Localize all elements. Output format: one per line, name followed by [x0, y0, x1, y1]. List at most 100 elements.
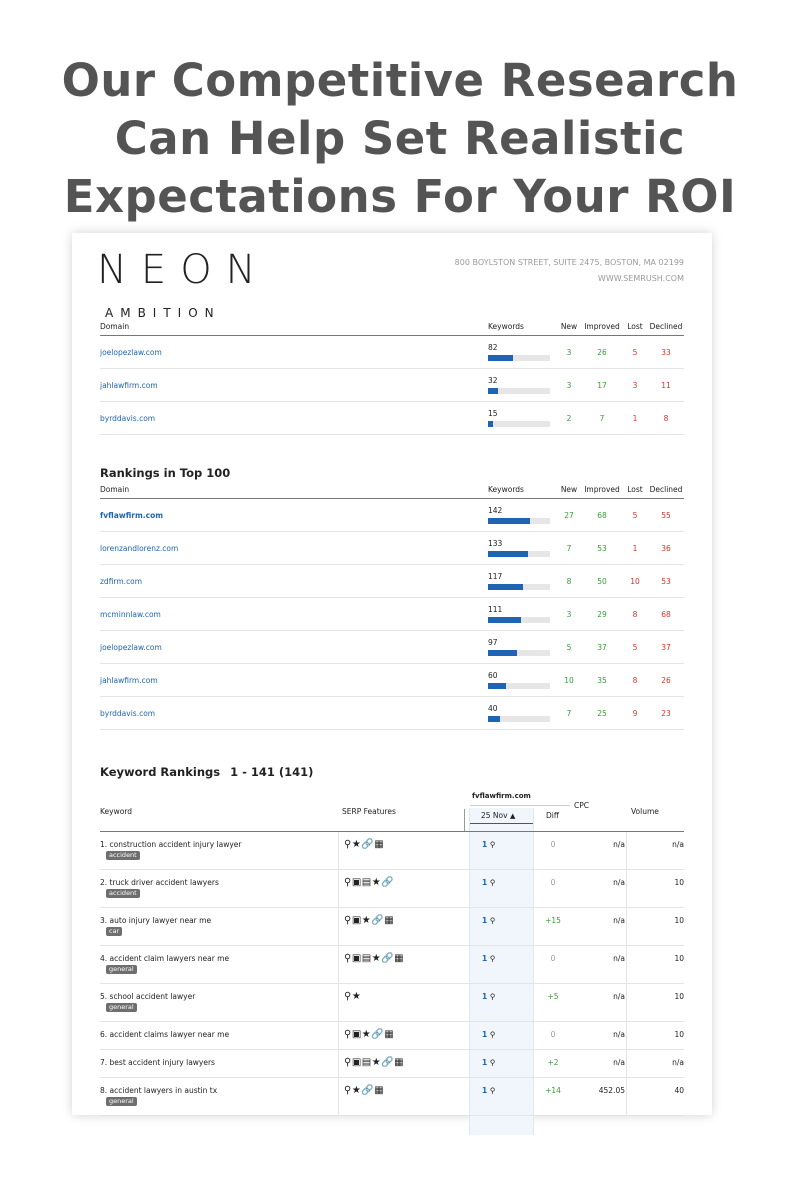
cpc-cell: n/a: [613, 954, 625, 963]
table-row: joelopezlaw.com 97 5 37 5 37: [100, 630, 684, 664]
keywords-bar: [488, 518, 550, 524]
improved-cell: 53: [582, 531, 622, 565]
rank-cell: 1 ⚲: [482, 840, 495, 849]
volume-cell: 40: [674, 1086, 684, 1095]
headline: Our Competitive Research Can Help Set Re…: [0, 52, 800, 226]
keyword-text[interactable]: 7. best accident injury lawyers: [100, 1058, 215, 1067]
domain-link[interactable]: jahlawfirm.com: [100, 676, 158, 685]
keyword-tag: accident: [106, 889, 140, 898]
declined-cell: 8: [648, 401, 684, 435]
domain-link[interactable]: byrddavis.com: [100, 709, 155, 718]
map-pin-icon: ⚲: [487, 878, 496, 887]
keyword-text[interactable]: 8. accident lawyers in austin tx: [100, 1086, 217, 1095]
rank-cell: 1 ⚲: [482, 1086, 495, 1095]
volume-cell: 10: [674, 916, 684, 925]
col-date: 25 Nov: [481, 811, 508, 820]
new-cell: 7: [556, 696, 582, 730]
keyword-row: 1. construction accident injury lawyer ac…: [100, 832, 684, 870]
keywords-count: 111: [488, 605, 503, 614]
keywords-count: 40: [488, 704, 498, 713]
keywords-bar: [488, 355, 550, 361]
volume-cell: 10: [674, 1030, 684, 1039]
col-keyword: Keyword: [100, 807, 133, 816]
cpc-cell: n/a: [613, 840, 625, 849]
address-street: 800 BOYLSTON STREET, SUITE 2475, BOSTON,…: [454, 258, 684, 267]
cpc-cell: 452.05: [598, 1086, 625, 1095]
keyword-tag: general: [106, 965, 137, 974]
domain-link[interactable]: mcminnlaw.com: [100, 610, 161, 619]
column-divider: [338, 1078, 339, 1115]
new-cell: 3: [556, 335, 582, 369]
keyword-rankings-section: Keyword Rankings 1 - 141 (141) Keyword S…: [100, 765, 684, 1135]
column-divider: [626, 1050, 627, 1077]
cpc-cell: n/a: [613, 1030, 625, 1039]
table-row: byrddavis.com 40 7 25 9 23: [100, 696, 684, 730]
declined-cell: 55: [648, 498, 684, 532]
keywords-count: 133: [488, 539, 503, 548]
lost-cell: 3: [622, 368, 648, 402]
diff-cell: 0: [550, 840, 556, 849]
headline-line-3: Expectations For Your ROI: [63, 170, 737, 223]
keywords-cell: 97: [488, 630, 556, 664]
declined-cell: 23: [648, 696, 684, 730]
map-pin-icon: ⚲: [487, 1086, 496, 1095]
lost-cell: 5: [622, 498, 648, 532]
table-row: zdfirm.com 117 8 50 10 53: [100, 564, 684, 598]
keyword-text[interactable]: 3. auto injury lawyer near me: [100, 916, 211, 925]
keywords-bar: [488, 650, 550, 656]
keywords-bar-fill: [488, 617, 521, 623]
keyword-rankings-title: Keyword Rankings 1 - 141 (141): [100, 765, 684, 779]
domain-cell: joelopezlaw.com: [100, 335, 488, 369]
cpc-cell: n/a: [613, 992, 625, 1001]
sort-underline: [470, 823, 533, 824]
col-date-sort[interactable]: 25 Nov ▲: [481, 811, 515, 820]
new-cell: 3: [556, 368, 582, 402]
col-improved: Improved: [582, 480, 622, 499]
domain-link[interactable]: zdfirm.com: [100, 577, 142, 586]
col-lost: Lost: [622, 317, 648, 336]
keyword-text[interactable]: 6. accident claims lawyer near me: [100, 1030, 229, 1039]
headline-line-2: Can Help Set Realistic: [114, 112, 686, 165]
lost-cell: 8: [622, 597, 648, 631]
keyword-row: 3. auto injury lawyer near me car ⚲▣★🔗▦ 1 ⚲…: [100, 908, 684, 946]
keyword-row: 6. accident claims lawyer near me ⚲▣★🔗▦ 1 …: [100, 1022, 684, 1050]
map-pin-icon: ⚲: [487, 916, 496, 925]
domain-link[interactable]: jahlawfirm.com: [100, 381, 158, 390]
domain-link[interactable]: fvflawfirm.com: [100, 511, 163, 520]
serp-features-icons: ⚲★: [344, 991, 362, 1002]
keywords-count: 60: [488, 671, 498, 680]
keyword-row: 5. school accident lawyer general ⚲★ 1 ⚲ +5 n…: [100, 984, 684, 1022]
domain-link[interactable]: byrddavis.com: [100, 414, 155, 423]
domain-cell: jahlawfirm.com: [100, 368, 488, 402]
keyword-rankings-label: Keyword Rankings: [100, 765, 221, 779]
keywords-bar: [488, 551, 550, 557]
keyword-text[interactable]: 1. construction accident injury lawyer: [100, 840, 241, 849]
domain-cell: mcminnlaw.com: [100, 597, 488, 631]
keyword-text[interactable]: 2. truck driver accident lawyers: [100, 878, 219, 887]
col-new: New: [556, 480, 582, 499]
keyword-text[interactable]: 5. school accident lawyer: [100, 992, 195, 1001]
table-row: mcminnlaw.com 111 3 29 8 68: [100, 597, 684, 631]
new-cell: 27: [556, 498, 582, 532]
address-web: WWW.SEMRUSH.COM: [597, 274, 684, 283]
declined-cell: 37: [648, 630, 684, 664]
keyword-row: 2. truck driver accident lawyers accident…: [100, 870, 684, 908]
volume-cell: 10: [674, 954, 684, 963]
domain-cell: lorenzandlorenz.com: [100, 531, 488, 565]
rankings-section: Rankings in Top 100 Domain Keywords New …: [100, 466, 684, 730]
domain-link[interactable]: joelopezlaw.com: [100, 643, 162, 652]
domain-link[interactable]: lorenzandlorenz.com: [100, 544, 178, 553]
keywords-bar: [488, 388, 550, 394]
col-declined: Declined: [648, 480, 684, 499]
keyword-text[interactable]: 4. accident claim lawyers near me: [100, 954, 229, 963]
keyword-cell: 8. accident lawyers in austin tx general: [100, 1086, 217, 1106]
keyword-rankings-range: 1 - 141 (141): [230, 765, 314, 779]
keywords-bar: [488, 683, 550, 689]
domain-link[interactable]: joelopezlaw.com: [100, 348, 162, 357]
new-cell: 7: [556, 531, 582, 565]
keywords-bar: [488, 421, 550, 427]
keyword-cell: 4. accident claim lawyers near me general: [100, 954, 229, 974]
column-divider: [626, 908, 627, 945]
column-divider: [338, 870, 339, 907]
keywords-bar-fill: [488, 716, 500, 722]
